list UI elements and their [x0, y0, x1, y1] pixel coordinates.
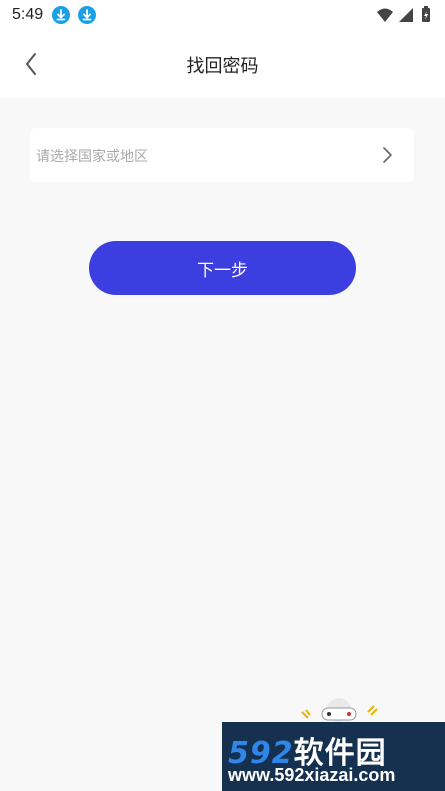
watermark-banner: 592软件园 www.592xiazai.com — [222, 722, 445, 791]
wifi-icon — [377, 8, 393, 22]
region-placeholder: 请选择国家或地区 — [36, 149, 148, 165]
watermark-mascot-icon — [301, 698, 378, 722]
header: 找回密码 — [0, 30, 445, 98]
download-icon — [52, 6, 70, 24]
next-button[interactable]: 下一步 — [89, 241, 356, 295]
status-bar: 5:49 — [0, 0, 445, 30]
signal-icon — [399, 8, 413, 22]
battery-icon — [422, 6, 430, 22]
status-indicators — [377, 6, 430, 22]
page-title: 找回密码 — [186, 56, 259, 77]
chevron-right-icon — [383, 147, 392, 163]
region-selector[interactable]: 请选择国家或地区 — [30, 128, 414, 182]
watermark-url: www.592xiazai.com — [228, 765, 396, 785]
download-icon — [78, 6, 96, 24]
status-time: 5:49 — [12, 6, 44, 23]
